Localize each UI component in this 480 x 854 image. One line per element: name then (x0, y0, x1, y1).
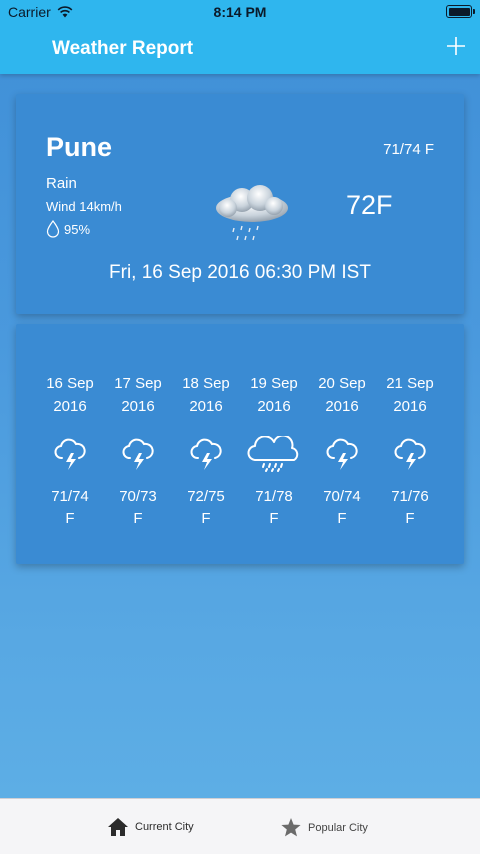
water-drop-icon (46, 220, 60, 238)
forecast-range: 70/74 (323, 488, 361, 505)
plus-icon (447, 37, 465, 55)
status-time: 8:14 PM (213, 4, 267, 20)
forecast-day[interactable]: 17 Sep 2016 70/73 F (106, 372, 170, 530)
thunderstorm-icon (54, 438, 86, 470)
status-right (446, 5, 475, 18)
forecast-date: 16 Sep (46, 375, 94, 392)
rain-cloud-icon (216, 185, 288, 241)
forecast-range: 71/74 (51, 488, 89, 505)
thunderstorm-icon (326, 438, 358, 470)
navigation-bar: Weather Report (0, 24, 480, 74)
humidity: 95% (46, 220, 90, 238)
top-bar: Carrier 8:14 PM Weather Report (0, 0, 480, 74)
forecast-year: 2016 (53, 398, 87, 415)
forecast-range: 71/76 (391, 488, 429, 505)
page-title: Weather Report (52, 38, 194, 59)
city-name: Pune (46, 132, 113, 162)
forecast-range: 72/75 (187, 488, 225, 505)
tab-label: Current City (135, 821, 194, 833)
humidity-value: 95% (64, 221, 91, 237)
star-icon (281, 818, 301, 837)
forecast-year: 2016 (325, 398, 359, 415)
forecast-year: 2016 (121, 398, 155, 415)
forecast-day[interactable]: 20 Sep 2016 70/74 F (310, 372, 374, 530)
forecast-unit: F (201, 510, 211, 527)
forecast-year: 2016 (393, 398, 427, 415)
status-bar: Carrier 8:14 PM (0, 0, 480, 24)
rain-cloud-icon (247, 436, 299, 472)
forecast-date: 20 Sep (318, 375, 366, 392)
forecast-date: 19 Sep (250, 375, 298, 392)
add-city-button[interactable] (444, 34, 468, 58)
forecast-day[interactable]: 16 Sep 2016 71/74 F (38, 372, 102, 530)
forecast-row: 16 Sep 2016 71/74 F 17 Sep 2016 70/73 F (38, 372, 442, 530)
forecast-unit: F (65, 510, 75, 527)
tab-bar: Current City Popular City (0, 798, 480, 854)
forecast-range: 71/78 (255, 488, 293, 505)
tab-label: Popular City (308, 821, 368, 834)
observation-datetime: Fri, 16 Sep 2016 06:30 PM IST (109, 262, 371, 283)
current-temperature: 72F (346, 190, 393, 220)
forecast-day[interactable]: 21 Sep 2016 71/76 F (378, 372, 442, 530)
forecast-year: 2016 (257, 398, 291, 415)
forecast-unit: F (405, 510, 415, 527)
weather-condition: Rain (46, 175, 77, 192)
forecast-unit: F (133, 510, 143, 527)
forecast-day[interactable]: 19 Sep 2016 71/78 F (242, 372, 306, 530)
tab-popular-city[interactable]: Popular City (280, 817, 368, 838)
forecast-day[interactable]: 18 Sep 2016 72/75 F (174, 372, 238, 530)
tab-current-city[interactable]: Current City (107, 817, 194, 837)
forecast-year: 2016 (189, 398, 223, 415)
forecast-date: 17 Sep (114, 375, 162, 392)
wind-speed: Wind 14km/h (46, 199, 122, 214)
forecast-date: 21 Sep (386, 375, 434, 392)
forecast-date: 18 Sep (182, 375, 230, 392)
home-icon (108, 818, 128, 836)
forecast-unit: F (337, 510, 347, 527)
forecast-range: 70/73 (119, 488, 157, 505)
temperature-range: 71/74 F (383, 141, 434, 158)
thunderstorm-icon (190, 438, 222, 470)
battery-icon (446, 5, 475, 18)
thunderstorm-icon (394, 438, 426, 470)
current-weather-card[interactable]: Pune 71/74 F Rain Wind 14km/h 95% 72F Fr… (16, 94, 464, 314)
thunderstorm-icon (122, 438, 154, 470)
forecast-card: 16 Sep 2016 71/74 F 17 Sep 2016 70/73 F (16, 324, 464, 564)
battery-fill (448, 7, 470, 16)
forecast-unit: F (269, 510, 279, 527)
